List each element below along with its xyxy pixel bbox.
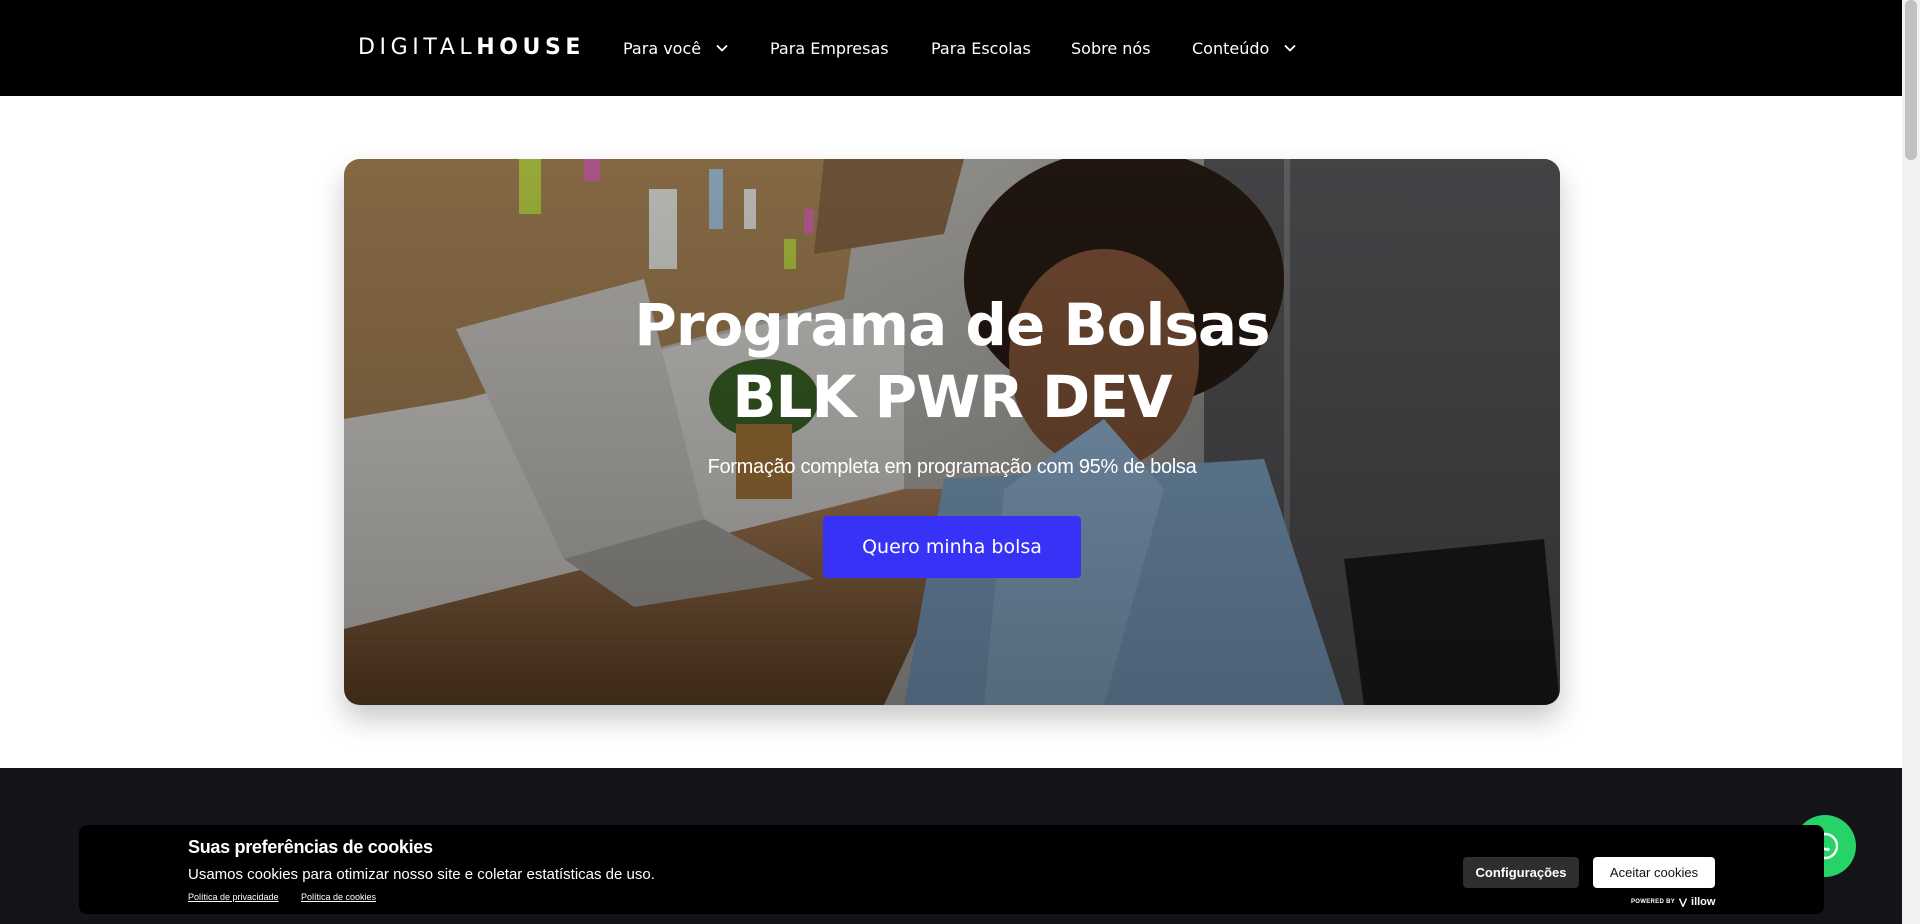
logo-text-light: DIGITAL bbox=[358, 35, 477, 60]
nav-item-label: Conteúdo bbox=[1192, 38, 1270, 58]
chevron-down-icon bbox=[711, 37, 733, 59]
nav-item-label: Para você bbox=[623, 38, 702, 58]
nav-item-label: Para Empresas bbox=[770, 38, 889, 58]
chevron-down-icon bbox=[1279, 37, 1301, 59]
nav-item-label: Para Escolas bbox=[931, 38, 1031, 58]
hero-title-line-1: Programa de Bolsas bbox=[634, 291, 1270, 359]
logo-text-bold: HOUSE bbox=[476, 35, 586, 60]
nav-item-para-escolas[interactable]: Para Escolas bbox=[931, 36, 1031, 60]
nav-item-label: Sobre nós bbox=[1071, 38, 1151, 58]
cookie-banner-title: Suas preferências de cookies bbox=[188, 837, 433, 857]
illow-logo-icon bbox=[1679, 897, 1688, 907]
hero-title: Programa de Bolsas BLK PWR DEV bbox=[344, 289, 1560, 433]
nav-item-sobre-nos[interactable]: Sobre nós bbox=[1071, 36, 1151, 60]
nav-item-para-voce[interactable]: Para você bbox=[623, 36, 733, 60]
scrollbar-thumb[interactable] bbox=[1905, 0, 1917, 160]
cookie-settings-button[interactable]: Configurações bbox=[1463, 857, 1579, 888]
hero-title-line-2: BLK PWR DEV bbox=[732, 363, 1172, 431]
hero-subtitle: Formação completa em programação com 95%… bbox=[707, 456, 1197, 478]
privacy-policy-link[interactable]: Política de privacidade bbox=[188, 892, 279, 902]
powered-by-brand: illow bbox=[1691, 896, 1716, 908]
quero-minha-bolsa-button[interactable]: Quero minha bolsa bbox=[823, 516, 1081, 578]
powered-by-illow: POWERED BY illow bbox=[1631, 896, 1715, 908]
cookie-policy-link[interactable]: Política de cookies bbox=[301, 892, 376, 902]
top-nav: DIGITALHOUSE Para você Para Empresas Par… bbox=[0, 0, 1902, 96]
accept-cookies-button[interactable]: Aceitar cookies bbox=[1593, 857, 1715, 888]
nav-item-para-empresas[interactable]: Para Empresas bbox=[770, 36, 889, 60]
nav-item-conteudo[interactable]: Conteúdo bbox=[1192, 36, 1301, 60]
hero-banner: Programa de Bolsas BLK PWR DEV Formação … bbox=[344, 159, 1560, 705]
digital-house-logo[interactable]: DIGITALHOUSE bbox=[358, 37, 585, 59]
cookie-banner: Suas preferências de cookies Usamos cook… bbox=[79, 825, 1824, 914]
cookie-banner-text: Usamos cookies para otimizar nosso site … bbox=[188, 866, 655, 883]
powered-by-label: POWERED BY bbox=[1631, 899, 1676, 905]
